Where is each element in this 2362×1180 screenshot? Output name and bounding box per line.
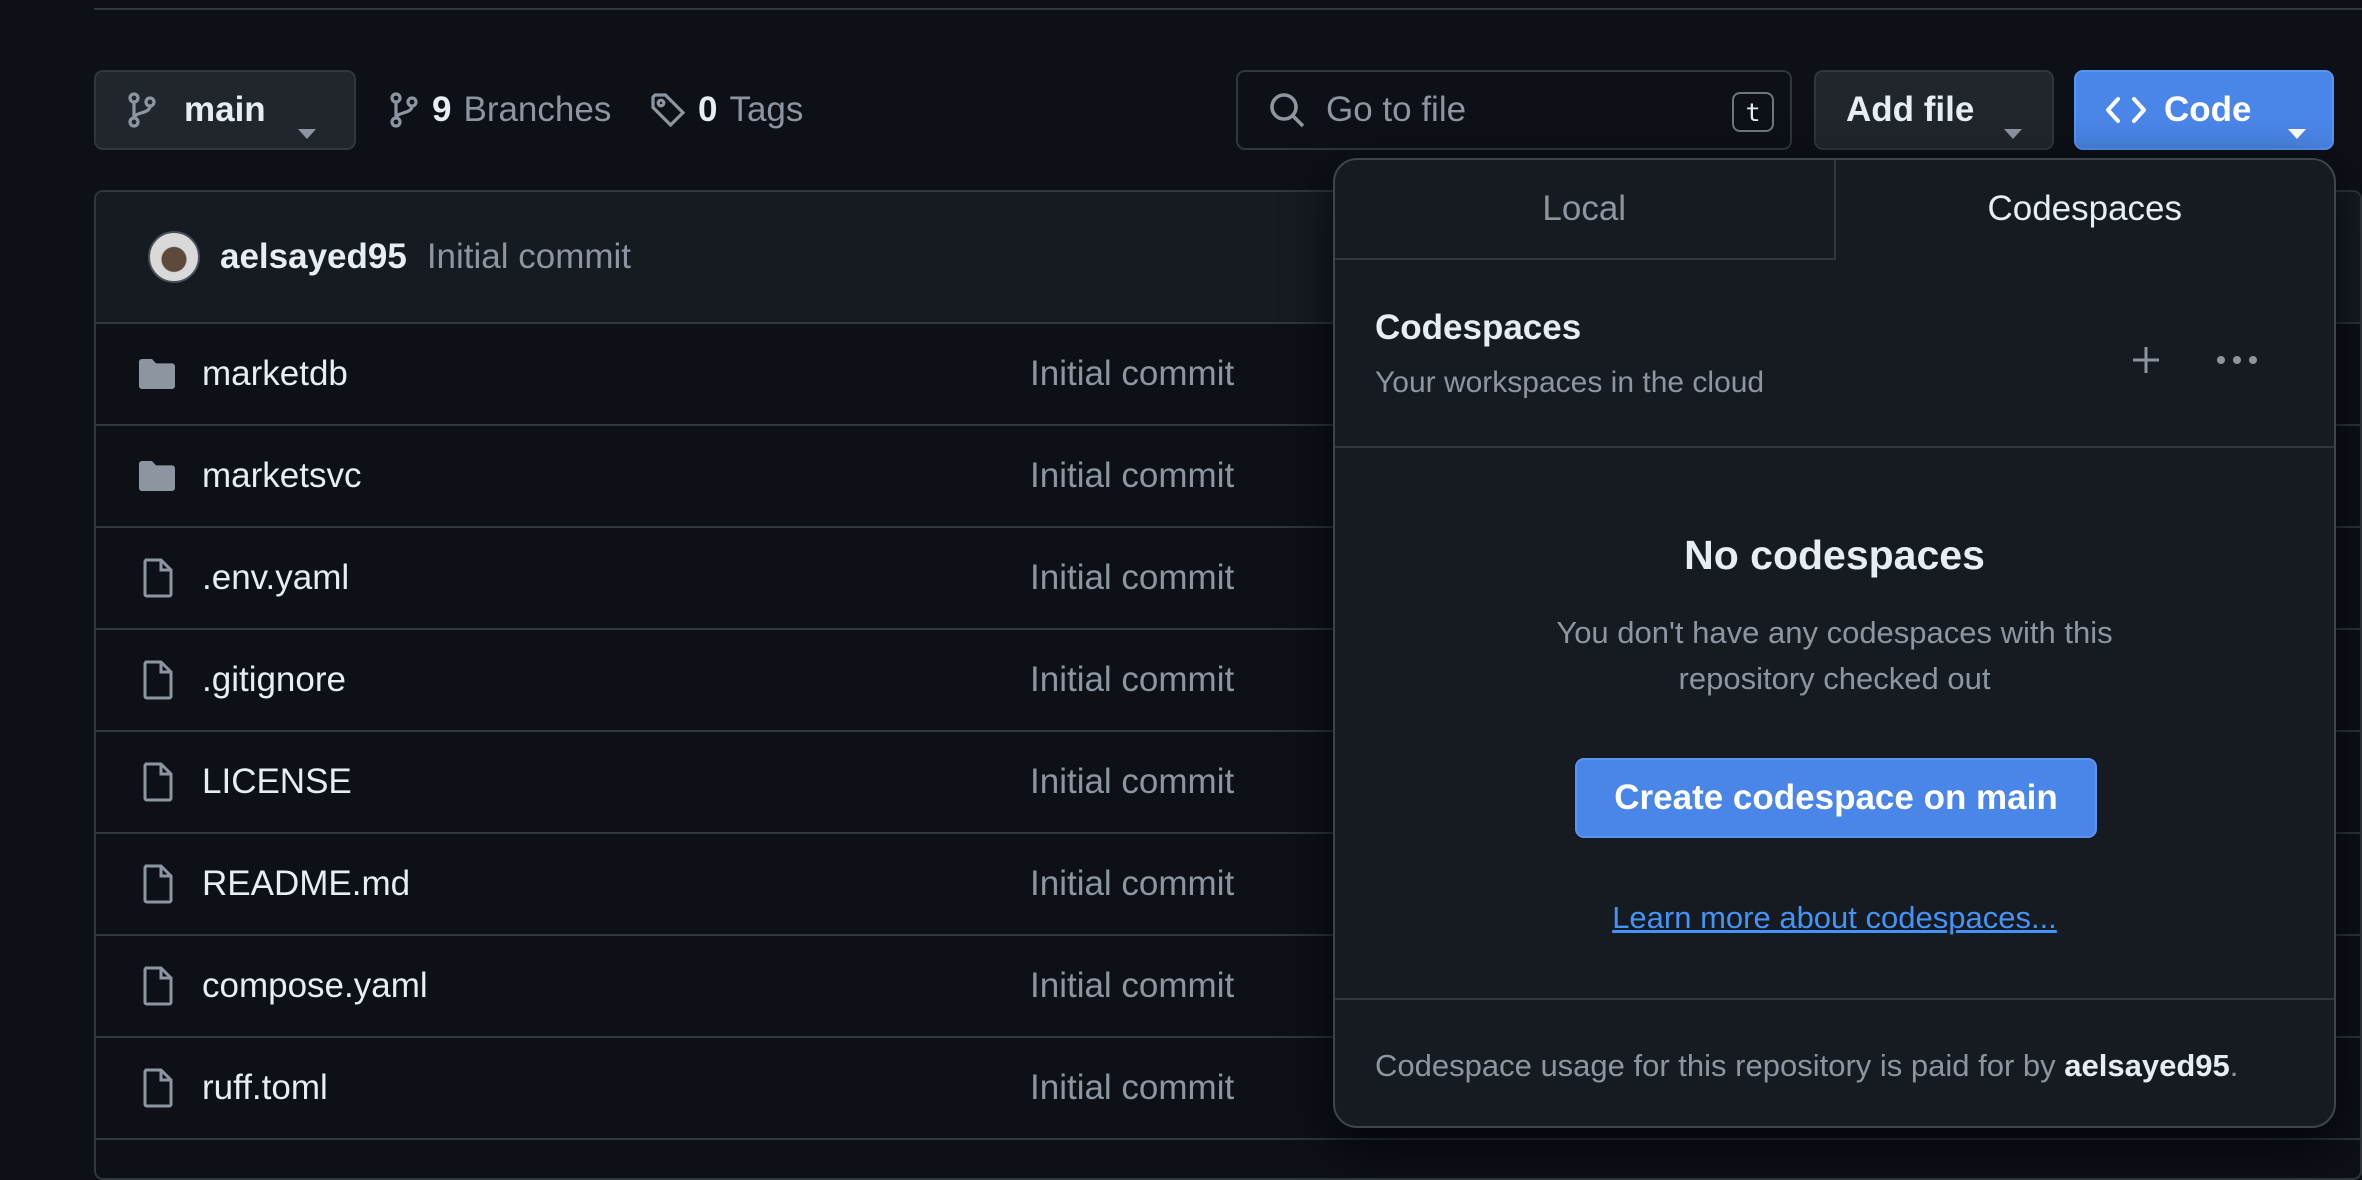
git-branch-icon (388, 92, 432, 128)
codespaces-header: Codespaces Your workspaces in the cloud (1335, 260, 2334, 448)
tag-icon (650, 92, 698, 128)
file-name[interactable]: marketsvc (202, 456, 361, 496)
kebab-horizontal-icon[interactable] (2212, 340, 2262, 380)
empty-state-description: You don't have any codespaces with this … (1556, 615, 2113, 696)
code-dropdown-popover: Local Codespaces Codespaces Your workspa… (1333, 158, 2336, 1128)
code-tabs: Local Codespaces (1335, 160, 2334, 260)
file-commit-message[interactable]: Initial commit (1030, 1068, 1234, 1108)
branches-link[interactable]: 9 Branches (388, 70, 611, 150)
file-name[interactable]: marketdb (202, 354, 348, 394)
file-name[interactable]: compose.yaml (202, 966, 428, 1006)
codespaces-title: Codespaces (1375, 308, 1582, 347)
file-commit-message[interactable]: Initial commit (1030, 864, 1234, 904)
chevron-down-icon (2004, 108, 2022, 148)
codespaces-subtitle: Your workspaces in the cloud (1375, 366, 1765, 399)
code-button[interactable]: Code (2074, 70, 2334, 150)
code-button-label: Code (2164, 90, 2252, 129)
footer-suffix: . (2229, 1048, 2239, 1083)
git-branch-icon (126, 92, 158, 128)
branch-selector-button[interactable]: main (94, 70, 356, 150)
tags-label: Tags (729, 90, 804, 129)
plus-icon[interactable] (2126, 340, 2166, 380)
file-name[interactable]: README.md (202, 864, 410, 904)
branches-label: Branches (463, 90, 612, 129)
file-icon (136, 659, 178, 701)
file-commit-message[interactable]: Initial commit (1030, 354, 1234, 394)
code-icon (2106, 95, 2146, 125)
file-icon (136, 1067, 178, 1109)
file-icon (136, 863, 178, 905)
empty-state-title: No codespaces (1684, 532, 1985, 578)
tab-local[interactable]: Local (1335, 160, 1834, 258)
file-icon (136, 965, 178, 1007)
add-file-button[interactable]: Add file (1814, 70, 2054, 150)
file-name[interactable]: .env.yaml (202, 558, 349, 598)
add-file-label: Add file (1846, 90, 1975, 129)
chevron-down-icon (2288, 108, 2306, 148)
codespaces-empty-state: No codespaces You don't have any codespa… (1335, 448, 2334, 1000)
tab-codespaces[interactable]: Codespaces (1833, 160, 2334, 260)
create-codespace-button[interactable]: Create codespace on main (1575, 758, 2097, 838)
file-name[interactable]: ruff.toml (202, 1068, 328, 1108)
learn-more-link[interactable]: Learn more about codespaces... (1335, 900, 2334, 936)
tags-count: 0 (698, 90, 718, 129)
commit-author[interactable]: aelsayed95 (220, 237, 407, 277)
footer-text: Codespace usage for this repository is p… (1375, 1048, 2056, 1083)
go-to-file-search[interactable]: t (1236, 70, 1792, 150)
search-input[interactable] (1326, 90, 1706, 130)
file-commit-message[interactable]: Initial commit (1030, 456, 1234, 496)
search-icon (1268, 91, 1306, 129)
folder-icon (136, 455, 178, 497)
tags-link[interactable]: 0 Tags (650, 70, 803, 150)
codespaces-footer: Codespace usage for this repository is p… (1335, 1000, 2334, 1084)
file-commit-message[interactable]: Initial commit (1030, 558, 1234, 598)
keyboard-shortcut-hint: t (1732, 92, 1774, 132)
file-commit-message[interactable]: Initial commit (1030, 966, 1234, 1006)
avatar[interactable] (148, 231, 200, 283)
folder-icon (136, 353, 178, 395)
branch-name: main (184, 90, 266, 129)
file-commit-message[interactable]: Initial commit (1030, 762, 1234, 802)
commit-message[interactable]: Initial commit (427, 237, 631, 277)
top-divider (94, 8, 2362, 10)
repo-toolbar: main 9 Branches 0 Tags t (94, 70, 2334, 150)
file-name[interactable]: .gitignore (202, 660, 346, 700)
branches-count: 9 (432, 90, 452, 129)
file-icon (136, 557, 178, 599)
chevron-down-icon (298, 108, 316, 148)
file-commit-message[interactable]: Initial commit (1030, 660, 1234, 700)
file-name[interactable]: LICENSE (202, 762, 352, 802)
file-icon (136, 761, 178, 803)
footer-owner[interactable]: aelsayed95 (2064, 1048, 2229, 1083)
